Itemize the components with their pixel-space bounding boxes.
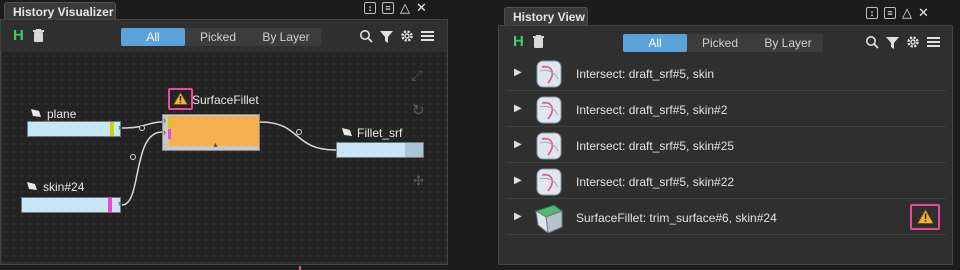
pin-icon[interactable]: ↕ (364, 2, 376, 14)
input-arrow-icon: › (163, 115, 166, 125)
gear-icon[interactable] (906, 35, 920, 49)
output-arrow-icon: › (118, 122, 121, 132)
history-row-label: Intersect: draft_srf#5, skin#22 (576, 175, 735, 189)
node-label-fillet-srf: Fillet_srf (357, 126, 403, 140)
warning-icon[interactable] (173, 92, 188, 105)
filter-icon[interactable] (380, 30, 393, 43)
close-icon[interactable]: ✕ (416, 1, 427, 14)
hamburger-menu-icon[interactable] (421, 30, 434, 42)
history-visualizer-panel: History Visualizer ↕ ≡ △ ✕ H All Picked … (0, 0, 456, 270)
expand-chevron-icon[interactable]: ▶ (514, 175, 522, 186)
close-icon[interactable]: ✕ (918, 6, 929, 19)
trash-icon[interactable] (533, 35, 544, 48)
tab-picked[interactable]: Picked (687, 34, 753, 52)
visualizer-tools (359, 29, 434, 43)
node-label-surface-fillet: SurfaceFillet (192, 93, 259, 107)
node-graph-canvas[interactable]: plane › skin#24 › SurfaceFillet › › ▲ Fi… (2, 52, 447, 262)
maximize-icon[interactable]: △ (400, 1, 410, 14)
panel-header-controls: ↕ ≡ △ ✕ (866, 6, 929, 19)
tab-by-layer[interactable]: By Layer (251, 28, 321, 46)
history-h-icon[interactable]: H (513, 33, 524, 50)
history-row[interactable]: ▶ Intersect: draft_srf#5, skin#2 (506, 93, 946, 127)
expand-chevron-icon[interactable]: ▶ (514, 103, 522, 114)
history-view-tools (865, 35, 940, 49)
search-icon[interactable] (359, 29, 373, 43)
output-arrow-icon: › (118, 198, 121, 208)
node-fillet-srf-shade (405, 143, 423, 157)
history-h-icon[interactable]: H (13, 27, 24, 44)
intersect-surface-icon (536, 60, 562, 88)
surface-fillet-icon (534, 204, 564, 233)
node-skin-output-color (108, 198, 112, 212)
history-row-label: Intersect: draft_srf#5, skin (576, 67, 715, 81)
hamburger-menu-icon[interactable] (927, 36, 940, 48)
intersect-surface-icon (536, 96, 562, 124)
pan-icon[interactable]: ✣ (413, 173, 424, 189)
history-view-tab[interactable]: History View (504, 7, 588, 26)
surface-icon (31, 109, 41, 117)
tab-picked[interactable]: Picked (185, 28, 251, 46)
pin-icon[interactable]: ↕ (866, 7, 878, 19)
tab-all[interactable]: All (623, 34, 687, 52)
history-row[interactable]: ▶ Intersect: draft_srf#5, skin (506, 57, 946, 91)
intersect-surface-icon (536, 132, 562, 160)
node-plane-output-color (110, 122, 114, 136)
history-row-label: Intersect: draft_srf#5, skin#2 (576, 103, 728, 117)
filter-icon[interactable] (886, 36, 899, 49)
visualizer-body: H All Picked By Layer plane › skin#24 › … (0, 19, 448, 265)
tab-by-layer[interactable]: By Layer (753, 34, 823, 52)
menu-icon[interactable]: ≡ (382, 2, 394, 14)
fit-view-icon[interactable]: ⤢ (411, 67, 422, 84)
expand-chevron-icon[interactable]: ▶ (514, 139, 522, 150)
expand-node-icon[interactable]: ▲ (212, 142, 219, 149)
node-fillet-srf[interactable] (336, 142, 424, 158)
node-plane[interactable]: › (27, 121, 121, 137)
maximize-icon[interactable]: △ (902, 6, 912, 19)
panel-header-controls: ↕ ≡ △ ✕ (364, 1, 427, 14)
history-row[interactable]: ▶ Intersect: draft_srf#5, skin#25 (506, 129, 946, 163)
surface-icon (27, 182, 37, 190)
input-arrow-icon: › (163, 127, 166, 137)
surface-icon (342, 128, 352, 136)
node-label-plane: plane (47, 107, 77, 121)
filter-segmented-control: All Picked By Layer (623, 34, 823, 52)
input-port-plane[interactable] (168, 117, 171, 127)
scroll-indicator (299, 266, 301, 270)
expand-chevron-icon[interactable]: ▶ (514, 67, 522, 78)
visualizer-toolbar: H All Picked By Layer (1, 22, 447, 50)
node-label-skin: skin#24 (43, 180, 85, 194)
history-view-toolbar: H All Picked By Layer (499, 28, 952, 56)
history-row-label: Intersect: draft_srf#5, skin#25 (576, 139, 735, 153)
tab-all[interactable]: All (121, 28, 185, 46)
filter-segmented-control: All Picked By Layer (121, 28, 321, 46)
history-row[interactable]: ▶ SurfaceFillet: trim_surface#6, skin#24 (506, 201, 946, 235)
search-icon[interactable] (865, 35, 879, 49)
trash-icon[interactable] (33, 29, 44, 42)
menu-icon[interactable]: ≡ (884, 7, 896, 19)
warning-icon[interactable] (917, 209, 934, 224)
input-port-skin[interactable] (168, 129, 171, 139)
gear-icon[interactable] (400, 29, 414, 43)
history-row-label: SurfaceFillet: trim_surface#6, skin#24 (576, 211, 777, 225)
history-row[interactable]: ▶ Intersect: draft_srf#5, skin#22 (506, 165, 946, 199)
node-skin[interactable]: › (21, 197, 121, 213)
node-surface-fillet[interactable]: › › ▲ (162, 114, 260, 151)
reset-view-icon[interactable]: ↻ (412, 101, 425, 119)
expand-chevron-icon[interactable]: ▶ (514, 211, 522, 222)
intersect-surface-icon (536, 168, 562, 196)
